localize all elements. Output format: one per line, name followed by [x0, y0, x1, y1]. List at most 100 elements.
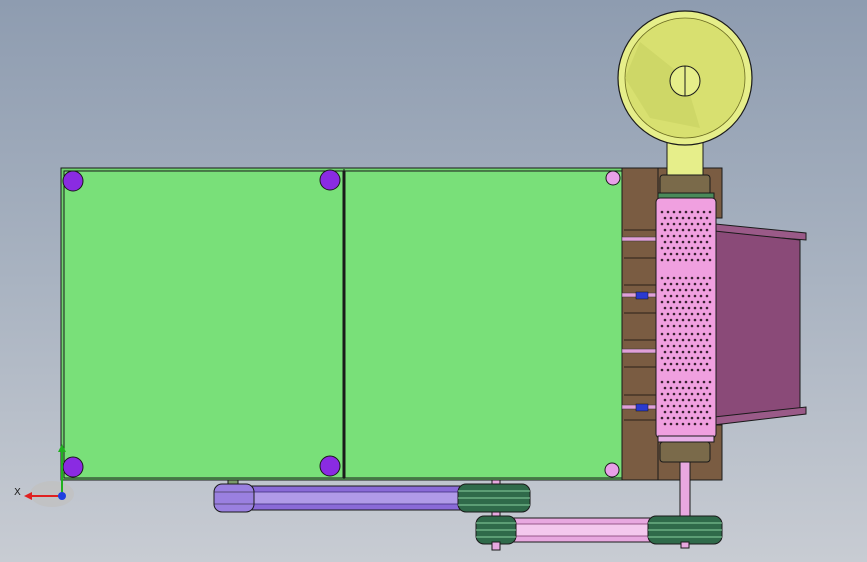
- drum-drive-shaft[interactable]: [679, 461, 691, 523]
- drum-hole: [672, 416, 676, 420]
- drum-hole: [684, 380, 688, 384]
- drum-hole: [675, 306, 679, 310]
- drum-hole: [678, 380, 682, 384]
- drum-hole: [663, 294, 667, 298]
- drum-hole: [660, 234, 664, 238]
- drum-hole: [705, 410, 709, 414]
- drum-hole: [660, 368, 664, 372]
- drum-hole: [687, 216, 691, 220]
- upper-belt-drive[interactable]: [213, 483, 531, 513]
- triad-z-axis-dot: [58, 492, 66, 500]
- drum-hole: [702, 276, 706, 280]
- drum-hole: [666, 210, 670, 214]
- drum-hole: [660, 246, 664, 250]
- table-right-panel[interactable]: [344, 170, 623, 479]
- drum-hole: [678, 368, 682, 372]
- drum-hole: [672, 324, 676, 328]
- drum-hole: [678, 356, 682, 360]
- drum-hole: [672, 344, 676, 348]
- drum-hole: [663, 338, 667, 342]
- drum-hole: [666, 392, 670, 396]
- drum-hole: [708, 258, 712, 262]
- cad-viewport[interactable]: X: [0, 0, 867, 562]
- bolt-top-right[interactable]: [605, 170, 621, 186]
- drum-hole: [678, 404, 682, 408]
- drum-hole: [669, 386, 673, 390]
- drum-hole: [678, 276, 682, 280]
- bolt-top-left[interactable]: [62, 170, 84, 192]
- drum-hole: [690, 324, 694, 328]
- drum-hole: [699, 338, 703, 342]
- drum-hole: [708, 380, 712, 384]
- drum-hole: [699, 252, 703, 256]
- drum-hole: [678, 332, 682, 336]
- drum-hole: [702, 258, 706, 262]
- drum-hole: [699, 398, 703, 402]
- drum-hole: [699, 410, 703, 414]
- drum-hole: [660, 210, 664, 214]
- drum-hole: [684, 234, 688, 238]
- drum-hole: [684, 404, 688, 408]
- drum-hole: [696, 380, 700, 384]
- drum-hole: [693, 350, 697, 354]
- drum-hole: [690, 258, 694, 262]
- drum-hole: [681, 398, 685, 402]
- drum-hole: [675, 294, 679, 298]
- drum-hole: [672, 312, 676, 316]
- drum-hole: [705, 318, 709, 322]
- drum-hole: [708, 276, 712, 280]
- drum-hole: [681, 252, 685, 256]
- drum-hole: [681, 294, 685, 298]
- bolt-bottom-middle[interactable]: [319, 455, 341, 477]
- drum-hole: [684, 222, 688, 226]
- drum-hole: [666, 368, 670, 372]
- drum-hole: [690, 332, 694, 336]
- drum-hole: [684, 312, 688, 316]
- drum-body: [655, 197, 717, 439]
- drum-hole: [699, 228, 703, 232]
- drum-hole: [666, 416, 670, 420]
- drum-hole: [699, 240, 703, 244]
- drum-hole: [687, 338, 691, 342]
- drum-hole: [687, 410, 691, 414]
- drum-hole: [666, 380, 670, 384]
- left-pulley[interactable]: [213, 483, 255, 513]
- bolt-top-middle[interactable]: [319, 169, 341, 191]
- drum-hole: [693, 398, 697, 402]
- drum-hole: [675, 410, 679, 414]
- sensor-block-1[interactable]: [635, 291, 649, 300]
- drum-hole: [666, 276, 670, 280]
- drum-hole: [708, 416, 712, 420]
- perforated-drum[interactable]: [655, 174, 717, 463]
- drum-hole: [708, 312, 712, 316]
- bolt-bottom-left[interactable]: [62, 456, 84, 478]
- drum-hole: [708, 404, 712, 408]
- drum-hole: [666, 356, 670, 360]
- drum-hole: [681, 306, 685, 310]
- drum-hole: [684, 300, 688, 304]
- bolt-bottom-right[interactable]: [604, 462, 620, 478]
- drum-hole: [693, 216, 697, 220]
- green-table-assembly[interactable]: [60, 167, 624, 481]
- drum-hole: [672, 300, 676, 304]
- drum-hole: [663, 306, 667, 310]
- drum-hole: [672, 356, 676, 360]
- drum-hole: [663, 252, 667, 256]
- drum-hole: [666, 288, 670, 292]
- sensor-block-2[interactable]: [635, 403, 649, 412]
- drum-hole: [663, 240, 667, 244]
- lower-belt-drive[interactable]: [475, 515, 723, 551]
- table-left-panel[interactable]: [63, 170, 344, 479]
- drum-hole: [702, 368, 706, 372]
- drum-hole: [702, 324, 706, 328]
- drum-hole: [672, 404, 676, 408]
- hopper-assembly[interactable]: [617, 10, 753, 179]
- drum-hole: [702, 332, 706, 336]
- drum-hole: [687, 240, 691, 244]
- drum-hole: [687, 282, 691, 286]
- drum-hole: [693, 338, 697, 342]
- discharge-chute[interactable]: [704, 222, 807, 427]
- drum-hole: [669, 240, 673, 244]
- drum-hole: [663, 350, 667, 354]
- drum-hole: [684, 356, 688, 360]
